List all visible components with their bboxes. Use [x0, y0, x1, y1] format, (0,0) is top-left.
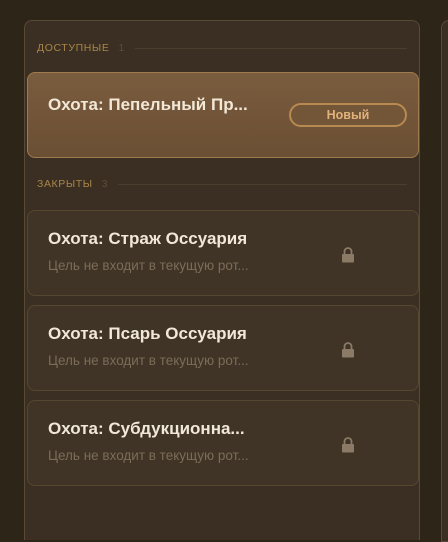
- hunt-title: Охота: Страж Оссуария: [48, 229, 248, 248]
- section-divider: [134, 47, 407, 49]
- locked-section-header: ЗАКРЫТЫ 3: [37, 177, 407, 191]
- new-badge: Новый: [289, 103, 407, 127]
- locked-section-count: 3: [101, 178, 109, 190]
- hunt-card-available[interactable]: Охота: Пепельный Пр... Новый: [27, 72, 419, 158]
- hunt-card-locked[interactable]: Охота: Субдукционна... Цель не входит в …: [27, 400, 419, 486]
- locked-section-title: ЗАКРЫТЫ: [37, 178, 93, 190]
- hunt-title: Охота: Пепельный Пр...: [48, 95, 248, 114]
- available-section-count: 1: [118, 42, 125, 54]
- section-divider: [118, 183, 407, 185]
- hunt-lock-reason: Цель не входит в текущую рот...: [48, 353, 249, 368]
- adjacent-panel-edge: [441, 20, 448, 542]
- hunt-card-locked[interactable]: Охота: Псарь Оссуария Цель не входит в т…: [27, 305, 419, 391]
- lock-icon: [342, 247, 354, 263]
- available-section-title: ДОСТУПНЫЕ: [37, 42, 110, 54]
- hunt-card-locked[interactable]: Охота: Страж Оссуария Цель не входит в т…: [27, 210, 419, 296]
- lock-icon: [342, 342, 354, 358]
- hunt-title: Охота: Субдукционна...: [48, 419, 245, 438]
- hunt-title: Охота: Псарь Оссуария: [48, 324, 247, 343]
- hunt-lock-reason: Цель не входит в текущую рот...: [48, 258, 249, 273]
- hunts-panel: ДОСТУПНЫЕ 1 Охота: Пепельный Пр... Новый…: [24, 20, 420, 540]
- lock-icon: [342, 437, 354, 453]
- available-section-header: ДОСТУПНЫЕ 1: [37, 41, 407, 55]
- hunt-lock-reason: Цель не входит в текущую рот...: [48, 448, 249, 463]
